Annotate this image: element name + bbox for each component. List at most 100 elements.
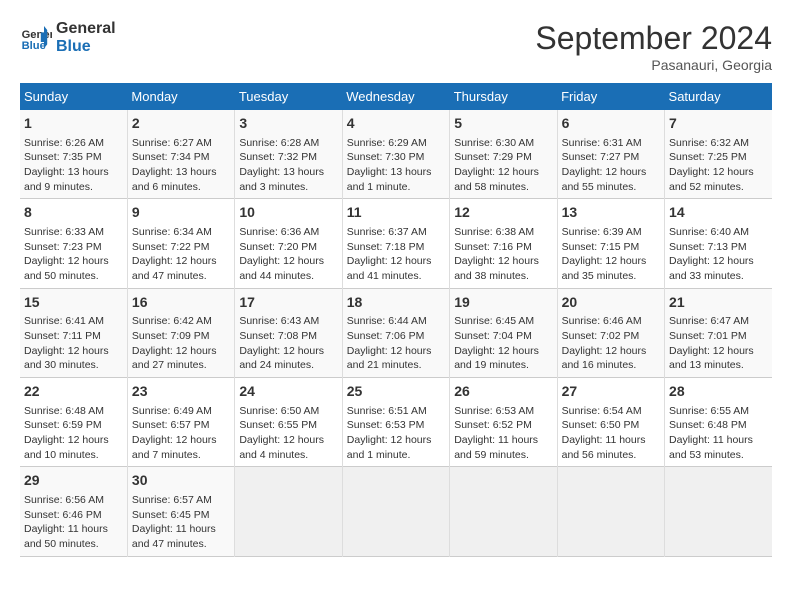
day-info: Sunrise: 6:46 AM Sunset: 7:02 PM Dayligh… [562, 314, 660, 373]
calendar-cell [665, 467, 772, 556]
col-header-monday: Monday [127, 83, 234, 110]
col-header-thursday: Thursday [450, 83, 557, 110]
calendar-cell: 2Sunrise: 6:27 AM Sunset: 7:34 PM Daylig… [127, 110, 234, 199]
day-number: 5 [454, 114, 552, 134]
day-info: Sunrise: 6:45 AM Sunset: 7:04 PM Dayligh… [454, 314, 552, 373]
day-info: Sunrise: 6:27 AM Sunset: 7:34 PM Dayligh… [132, 136, 230, 195]
page-header: General Blue General Blue September 2024… [20, 20, 772, 73]
day-number: 29 [24, 471, 123, 491]
calendar-cell: 3Sunrise: 6:28 AM Sunset: 7:32 PM Daylig… [235, 110, 342, 199]
day-number: 7 [669, 114, 768, 134]
calendar-cell: 21Sunrise: 6:47 AM Sunset: 7:01 PM Dayli… [665, 288, 772, 377]
day-info: Sunrise: 6:44 AM Sunset: 7:06 PM Dayligh… [347, 314, 445, 373]
day-info: Sunrise: 6:53 AM Sunset: 6:52 PM Dayligh… [454, 404, 552, 463]
calendar-cell [342, 467, 449, 556]
day-info: Sunrise: 6:57 AM Sunset: 6:45 PM Dayligh… [132, 493, 230, 552]
day-number: 25 [347, 382, 445, 402]
calendar-cell: 27Sunrise: 6:54 AM Sunset: 6:50 PM Dayli… [557, 378, 664, 467]
day-info: Sunrise: 6:51 AM Sunset: 6:53 PM Dayligh… [347, 404, 445, 463]
day-number: 1 [24, 114, 123, 134]
logo-text-blue: Blue [56, 38, 116, 56]
day-number: 21 [669, 293, 768, 313]
day-number: 23 [132, 382, 230, 402]
calendar-week-row: 1Sunrise: 6:26 AM Sunset: 7:35 PM Daylig… [20, 110, 772, 199]
col-header-saturday: Saturday [665, 83, 772, 110]
day-number: 17 [239, 293, 337, 313]
day-info: Sunrise: 6:32 AM Sunset: 7:25 PM Dayligh… [669, 136, 768, 195]
calendar-cell: 4Sunrise: 6:29 AM Sunset: 7:30 PM Daylig… [342, 110, 449, 199]
col-header-friday: Friday [557, 83, 664, 110]
day-number: 4 [347, 114, 445, 134]
calendar-cell: 30Sunrise: 6:57 AM Sunset: 6:45 PM Dayli… [127, 467, 234, 556]
day-number: 14 [669, 203, 768, 223]
day-info: Sunrise: 6:54 AM Sunset: 6:50 PM Dayligh… [562, 404, 660, 463]
calendar-cell: 18Sunrise: 6:44 AM Sunset: 7:06 PM Dayli… [342, 288, 449, 377]
day-number: 12 [454, 203, 552, 223]
calendar-week-row: 29Sunrise: 6:56 AM Sunset: 6:46 PM Dayli… [20, 467, 772, 556]
day-info: Sunrise: 6:34 AM Sunset: 7:22 PM Dayligh… [132, 225, 230, 284]
calendar-header-row: SundayMondayTuesdayWednesdayThursdayFrid… [20, 83, 772, 110]
calendar-cell: 24Sunrise: 6:50 AM Sunset: 6:55 PM Dayli… [235, 378, 342, 467]
day-info: Sunrise: 6:41 AM Sunset: 7:11 PM Dayligh… [24, 314, 123, 373]
day-number: 19 [454, 293, 552, 313]
calendar-cell: 12Sunrise: 6:38 AM Sunset: 7:16 PM Dayli… [450, 199, 557, 288]
day-number: 22 [24, 382, 123, 402]
calendar-cell: 22Sunrise: 6:48 AM Sunset: 6:59 PM Dayli… [20, 378, 127, 467]
calendar-cell [235, 467, 342, 556]
calendar-cell: 13Sunrise: 6:39 AM Sunset: 7:15 PM Dayli… [557, 199, 664, 288]
day-number: 18 [347, 293, 445, 313]
day-info: Sunrise: 6:48 AM Sunset: 6:59 PM Dayligh… [24, 404, 123, 463]
month-title: September 2024 [535, 20, 772, 57]
calendar-cell: 23Sunrise: 6:49 AM Sunset: 6:57 PM Dayli… [127, 378, 234, 467]
calendar-cell: 14Sunrise: 6:40 AM Sunset: 7:13 PM Dayli… [665, 199, 772, 288]
calendar-cell: 20Sunrise: 6:46 AM Sunset: 7:02 PM Dayli… [557, 288, 664, 377]
day-number: 9 [132, 203, 230, 223]
day-info: Sunrise: 6:50 AM Sunset: 6:55 PM Dayligh… [239, 404, 337, 463]
calendar-cell: 15Sunrise: 6:41 AM Sunset: 7:11 PM Dayli… [20, 288, 127, 377]
day-number: 13 [562, 203, 660, 223]
day-number: 28 [669, 382, 768, 402]
logo-icon: General Blue [20, 22, 52, 54]
day-info: Sunrise: 6:43 AM Sunset: 7:08 PM Dayligh… [239, 314, 337, 373]
day-info: Sunrise: 6:26 AM Sunset: 7:35 PM Dayligh… [24, 136, 123, 195]
day-number: 6 [562, 114, 660, 134]
title-block: September 2024 Pasanauri, Georgia [535, 20, 772, 73]
svg-text:General: General [22, 29, 52, 41]
day-info: Sunrise: 6:39 AM Sunset: 7:15 PM Dayligh… [562, 225, 660, 284]
calendar-table: SundayMondayTuesdayWednesdayThursdayFrid… [20, 83, 772, 557]
calendar-cell: 5Sunrise: 6:30 AM Sunset: 7:29 PM Daylig… [450, 110, 557, 199]
location: Pasanauri, Georgia [535, 57, 772, 73]
calendar-cell: 11Sunrise: 6:37 AM Sunset: 7:18 PM Dayli… [342, 199, 449, 288]
calendar-week-row: 22Sunrise: 6:48 AM Sunset: 6:59 PM Dayli… [20, 378, 772, 467]
calendar-cell: 19Sunrise: 6:45 AM Sunset: 7:04 PM Dayli… [450, 288, 557, 377]
day-number: 11 [347, 203, 445, 223]
day-info: Sunrise: 6:55 AM Sunset: 6:48 PM Dayligh… [669, 404, 768, 463]
day-number: 10 [239, 203, 337, 223]
calendar-cell: 6Sunrise: 6:31 AM Sunset: 7:27 PM Daylig… [557, 110, 664, 199]
calendar-cell: 9Sunrise: 6:34 AM Sunset: 7:22 PM Daylig… [127, 199, 234, 288]
calendar-cell: 29Sunrise: 6:56 AM Sunset: 6:46 PM Dayli… [20, 467, 127, 556]
calendar-cell: 28Sunrise: 6:55 AM Sunset: 6:48 PM Dayli… [665, 378, 772, 467]
col-header-wednesday: Wednesday [342, 83, 449, 110]
day-number: 30 [132, 471, 230, 491]
day-number: 8 [24, 203, 123, 223]
day-number: 15 [24, 293, 123, 313]
calendar-cell: 1Sunrise: 6:26 AM Sunset: 7:35 PM Daylig… [20, 110, 127, 199]
calendar-cell: 7Sunrise: 6:32 AM Sunset: 7:25 PM Daylig… [665, 110, 772, 199]
day-info: Sunrise: 6:56 AM Sunset: 6:46 PM Dayligh… [24, 493, 123, 552]
day-number: 27 [562, 382, 660, 402]
day-info: Sunrise: 6:38 AM Sunset: 7:16 PM Dayligh… [454, 225, 552, 284]
col-header-tuesday: Tuesday [235, 83, 342, 110]
calendar-cell [557, 467, 664, 556]
day-info: Sunrise: 6:31 AM Sunset: 7:27 PM Dayligh… [562, 136, 660, 195]
calendar-cell: 26Sunrise: 6:53 AM Sunset: 6:52 PM Dayli… [450, 378, 557, 467]
day-number: 2 [132, 114, 230, 134]
day-number: 16 [132, 293, 230, 313]
day-number: 3 [239, 114, 337, 134]
day-info: Sunrise: 6:47 AM Sunset: 7:01 PM Dayligh… [669, 314, 768, 373]
day-info: Sunrise: 6:33 AM Sunset: 7:23 PM Dayligh… [24, 225, 123, 284]
day-number: 20 [562, 293, 660, 313]
day-number: 24 [239, 382, 337, 402]
day-info: Sunrise: 6:28 AM Sunset: 7:32 PM Dayligh… [239, 136, 337, 195]
logo: General Blue General Blue [20, 20, 116, 55]
